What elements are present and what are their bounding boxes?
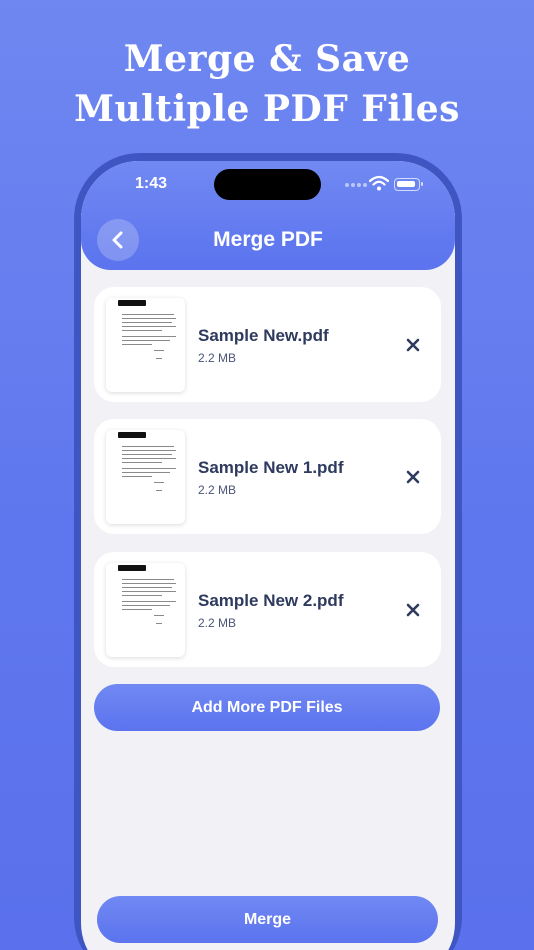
close-icon bbox=[406, 603, 420, 617]
remove-file-button[interactable] bbox=[404, 601, 422, 619]
app-header: 1:43 Merge PDF bbox=[81, 161, 455, 270]
remove-file-button[interactable] bbox=[404, 468, 422, 486]
thumb-heading-bar bbox=[118, 565, 146, 571]
pdf-file-card[interactable]: Sample New 1.pdf 2.2 MB bbox=[94, 419, 441, 534]
pdf-file-card[interactable]: Sample New.pdf 2.2 MB bbox=[94, 287, 441, 402]
pdf-thumbnail bbox=[106, 430, 185, 524]
file-size: 2.2 MB bbox=[198, 616, 237, 630]
close-icon bbox=[406, 338, 420, 352]
battery-icon bbox=[394, 178, 423, 191]
add-more-files-button[interactable]: Add More PDF Files bbox=[94, 684, 440, 731]
page-title: Merge PDF bbox=[213, 228, 323, 251]
file-name: Sample New 1.pdf bbox=[198, 458, 344, 477]
file-name: Sample New 2.pdf bbox=[198, 591, 344, 610]
wifi-icon bbox=[368, 175, 390, 196]
dynamic-island bbox=[214, 169, 321, 200]
file-size: 2.2 MB bbox=[198, 351, 237, 365]
promo-headline-line2: Multiple PDF Files bbox=[74, 88, 460, 130]
file-name: Sample New.pdf bbox=[198, 326, 329, 345]
remove-file-button[interactable] bbox=[404, 336, 422, 354]
cellular-signal-icon bbox=[345, 183, 367, 189]
thumb-heading-bar bbox=[118, 432, 146, 438]
pdf-file-card[interactable]: Sample New 2.pdf 2.2 MB bbox=[94, 552, 441, 667]
app-screen: 1:43 Merge PDF Sample New.pdf 2.2 MB Sam… bbox=[81, 161, 455, 950]
pdf-thumbnail bbox=[106, 563, 185, 657]
status-time: 1:43 bbox=[135, 175, 168, 192]
close-icon bbox=[406, 470, 420, 484]
pdf-thumbnail bbox=[106, 298, 185, 392]
merge-button[interactable]: Merge bbox=[97, 896, 438, 943]
file-size: 2.2 MB bbox=[198, 483, 237, 497]
thumb-heading-bar bbox=[118, 300, 146, 306]
promo-headline-line1: Merge & Save bbox=[123, 38, 411, 80]
